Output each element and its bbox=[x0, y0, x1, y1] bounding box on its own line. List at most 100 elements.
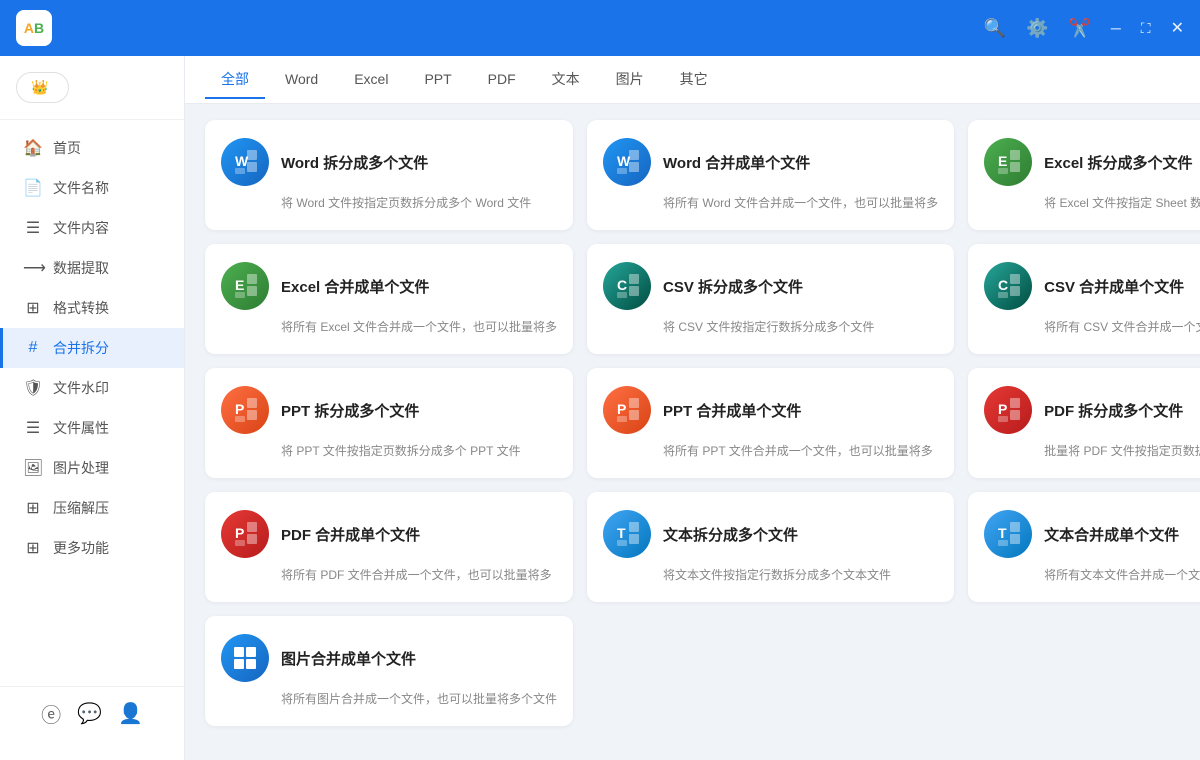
card-ppt-split[interactable]: P PPT 拆分成多个文件 将 PPT 文件按指定页数拆分成多个 PPT 文件 bbox=[205, 368, 573, 478]
card-icon-word-merge: W bbox=[603, 138, 651, 186]
chat-icon[interactable]: 💬 bbox=[77, 701, 102, 726]
watermark-icon: 🛡 bbox=[23, 378, 43, 398]
card-title-pdf-merge: PDF 合并成单个文件 bbox=[281, 524, 420, 545]
card-title-csv-merge: CSV 合并成单个文件 bbox=[1044, 276, 1184, 297]
sidebar-item-filename[interactable]: 📄 文件名称 bbox=[0, 168, 184, 208]
card-icon-pdf-merge: P bbox=[221, 510, 269, 558]
sidebar-item-compress[interactable]: ⊞ 压缩解压 bbox=[0, 488, 184, 528]
imageprocess-label: 图片处理 bbox=[53, 458, 109, 478]
card-desc-excel-merge: 将所有 Excel 文件合并成一个文件，也可以批量将多 bbox=[221, 318, 557, 336]
sidebar-item-formatconvert[interactable]: ⊞ 格式转换 bbox=[0, 288, 184, 328]
card-desc-image-merge: 将所有图片合并成一个文件，也可以批量将多个文件 bbox=[221, 690, 557, 708]
sidebar-item-dataextract[interactable]: ⟶ 数据提取 bbox=[0, 248, 184, 288]
card-icon-image-merge bbox=[221, 634, 269, 682]
card-header: W Word 合并成单个文件 bbox=[603, 138, 938, 186]
card-header: P PPT 拆分成多个文件 bbox=[221, 386, 557, 434]
svg-text:E: E bbox=[998, 153, 1007, 169]
tab-other[interactable]: 其它 bbox=[664, 61, 724, 99]
scissors-icon[interactable]: ✂️ bbox=[1068, 18, 1090, 39]
close-icon[interactable]: ✕ bbox=[1171, 18, 1184, 38]
watermark-label: 文件水印 bbox=[53, 378, 109, 398]
card-title-csv-split: CSV 拆分成多个文件 bbox=[663, 276, 803, 297]
imageprocess-icon: 🖼 bbox=[23, 458, 43, 478]
card-icon-text-split: T bbox=[603, 510, 651, 558]
card-header: E Excel 合并成单个文件 bbox=[221, 262, 557, 310]
sidebar: 👑 🏠 首页📄 文件名称☰ 文件内容⟶ 数据提取⊞ 格式转换# 合并拆分🛡 文件… bbox=[0, 56, 185, 760]
tab-text[interactable]: 文本 bbox=[536, 61, 596, 99]
svg-text:P: P bbox=[998, 401, 1007, 417]
card-header: W Word 拆分成多个文件 bbox=[221, 138, 557, 186]
card-desc-pdf-merge: 将所有 PDF 文件合并成一个文件，也可以批量将多 bbox=[221, 566, 557, 584]
compress-label: 压缩解压 bbox=[53, 498, 109, 518]
cards-area: W Word 拆分成多个文件 将 Word 文件按指定页数拆分成多个 Word … bbox=[185, 104, 1200, 760]
card-desc-csv-split: 将 CSV 文件按指定行数拆分成多个文件 bbox=[603, 318, 938, 336]
filecontent-label: 文件内容 bbox=[53, 218, 109, 238]
sidebar-nav: 🏠 首页📄 文件名称☰ 文件内容⟶ 数据提取⊞ 格式转换# 合并拆分🛡 文件水印… bbox=[0, 120, 184, 686]
user-center-button[interactable]: 👑 bbox=[16, 72, 69, 103]
svg-text:T: T bbox=[998, 525, 1007, 541]
sidebar-item-more[interactable]: ⊞ 更多功能 bbox=[0, 528, 184, 568]
tab-image[interactable]: 图片 bbox=[600, 61, 660, 99]
titlebar: AB 🔍 ⚙️ ✂️ ─ ⛶ ✕ bbox=[0, 0, 1200, 56]
card-pdf-merge[interactable]: P PDF 合并成单个文件 将所有 PDF 文件合并成一个文件，也可以批量将多 bbox=[205, 492, 573, 602]
filename-icon: 📄 bbox=[23, 178, 43, 198]
more-icon: ⊞ bbox=[23, 538, 43, 558]
sidebar-footer bbox=[0, 740, 184, 760]
card-word-split[interactable]: W Word 拆分成多个文件 将 Word 文件按指定页数拆分成多个 Word … bbox=[205, 120, 573, 230]
sidebar-item-home[interactable]: 🏠 首页 bbox=[0, 128, 184, 168]
card-excel-merge[interactable]: E Excel 合并成单个文件 将所有 Excel 文件合并成一个文件，也可以批… bbox=[205, 244, 573, 354]
card-icon-csv-merge: C bbox=[984, 262, 1032, 310]
card-pdf-split[interactable]: P PDF 拆分成多个文件 批量将 PDF 文件按指定页数拆分成多个 PDF 文… bbox=[968, 368, 1200, 478]
mergesplit-label: 合并拆分 bbox=[53, 338, 109, 358]
card-icon-ppt-split: P bbox=[221, 386, 269, 434]
svg-text:W: W bbox=[617, 153, 631, 169]
card-ppt-merge[interactable]: P PPT 合并成单个文件 将所有 PPT 文件合并成一个文件，也可以批量将多 bbox=[587, 368, 954, 478]
compress-icon: ⊞ bbox=[23, 498, 43, 518]
card-csv-merge[interactable]: C CSV 合并成单个文件 将所有 CSV 文件合并成一个文件，也可以批量将多 bbox=[968, 244, 1200, 354]
tab-pdf[interactable]: PDF bbox=[472, 63, 532, 97]
formatconvert-icon: ⊞ bbox=[23, 298, 43, 318]
card-excel-split[interactable]: E Excel 拆分成多个文件 将 Excel 文件按指定 Sheet 数或行数… bbox=[968, 120, 1200, 230]
tabs-bar: 全部WordExcelPPTPDF文本图片其它 bbox=[185, 56, 1200, 104]
svg-text:T: T bbox=[617, 525, 626, 541]
sidebar-item-watermark[interactable]: 🛡 文件水印 bbox=[0, 368, 184, 408]
more-label: 更多功能 bbox=[53, 538, 109, 558]
svg-text:W: W bbox=[235, 153, 249, 169]
browser-icon[interactable]: ⓔ bbox=[41, 699, 61, 728]
sidebar-item-fileprops[interactable]: ☰ 文件属性 bbox=[0, 408, 184, 448]
sidebar-item-mergesplit[interactable]: # 合并拆分 bbox=[0, 328, 184, 368]
settings-icon[interactable]: ⚙️ bbox=[1026, 18, 1048, 39]
svg-text:P: P bbox=[235, 525, 244, 541]
tab-ppt[interactable]: PPT bbox=[408, 63, 467, 97]
card-header: E Excel 拆分成多个文件 bbox=[984, 138, 1200, 186]
maximize-icon[interactable]: ⛶ bbox=[1141, 20, 1151, 37]
filename-label: 文件名称 bbox=[53, 178, 109, 198]
sidebar-bottom-icons: ⓔ 💬 👤 bbox=[0, 686, 184, 740]
card-icon-excel-merge: E bbox=[221, 262, 269, 310]
minimize-icon[interactable]: ─ bbox=[1111, 20, 1121, 36]
dataextract-icon: ⟶ bbox=[23, 258, 43, 278]
card-word-merge[interactable]: W Word 合并成单个文件 将所有 Word 文件合并成一个文件，也可以批量将… bbox=[587, 120, 954, 230]
svg-text:P: P bbox=[617, 401, 626, 417]
card-desc-ppt-merge: 将所有 PPT 文件合并成一个文件，也可以批量将多 bbox=[603, 442, 938, 460]
card-header: C CSV 拆分成多个文件 bbox=[603, 262, 938, 310]
window-controls: 🔍 ⚙️ ✂️ ─ ⛶ ✕ bbox=[984, 18, 1184, 39]
card-icon-text-merge: T bbox=[984, 510, 1032, 558]
card-image-merge[interactable]: 图片合并成单个文件 将所有图片合并成一个文件，也可以批量将多个文件 bbox=[205, 616, 573, 726]
search-icon[interactable]: 🔍 bbox=[984, 18, 1006, 39]
card-csv-split[interactable]: C CSV 拆分成多个文件 将 CSV 文件按指定行数拆分成多个文件 bbox=[587, 244, 954, 354]
card-text-merge[interactable]: T 文本合并成单个文件 将所有文本文件合并成一个文件，也可以批量将多 bbox=[968, 492, 1200, 602]
user-icon[interactable]: 👤 bbox=[118, 701, 143, 726]
sidebar-item-filecontent[interactable]: ☰ 文件内容 bbox=[0, 208, 184, 248]
tab-excel[interactable]: Excel bbox=[338, 63, 404, 97]
cards-grid: W Word 拆分成多个文件 将 Word 文件按指定页数拆分成多个 Word … bbox=[205, 120, 1180, 726]
home-label: 首页 bbox=[53, 138, 81, 158]
tab-word[interactable]: Word bbox=[269, 63, 334, 97]
card-text-split[interactable]: T 文本拆分成多个文件 将文本文件按指定行数拆分成多个文本文件 bbox=[587, 492, 954, 602]
sidebar-item-imageprocess[interactable]: 🖼 图片处理 bbox=[0, 448, 184, 488]
mergesplit-icon: # bbox=[23, 339, 43, 357]
tab-all[interactable]: 全部 bbox=[205, 61, 265, 99]
fileprops-label: 文件属性 bbox=[53, 418, 109, 438]
card-desc-word-split: 将 Word 文件按指定页数拆分成多个 Word 文件 bbox=[221, 194, 557, 212]
card-title-excel-merge: Excel 合并成单个文件 bbox=[281, 276, 429, 297]
